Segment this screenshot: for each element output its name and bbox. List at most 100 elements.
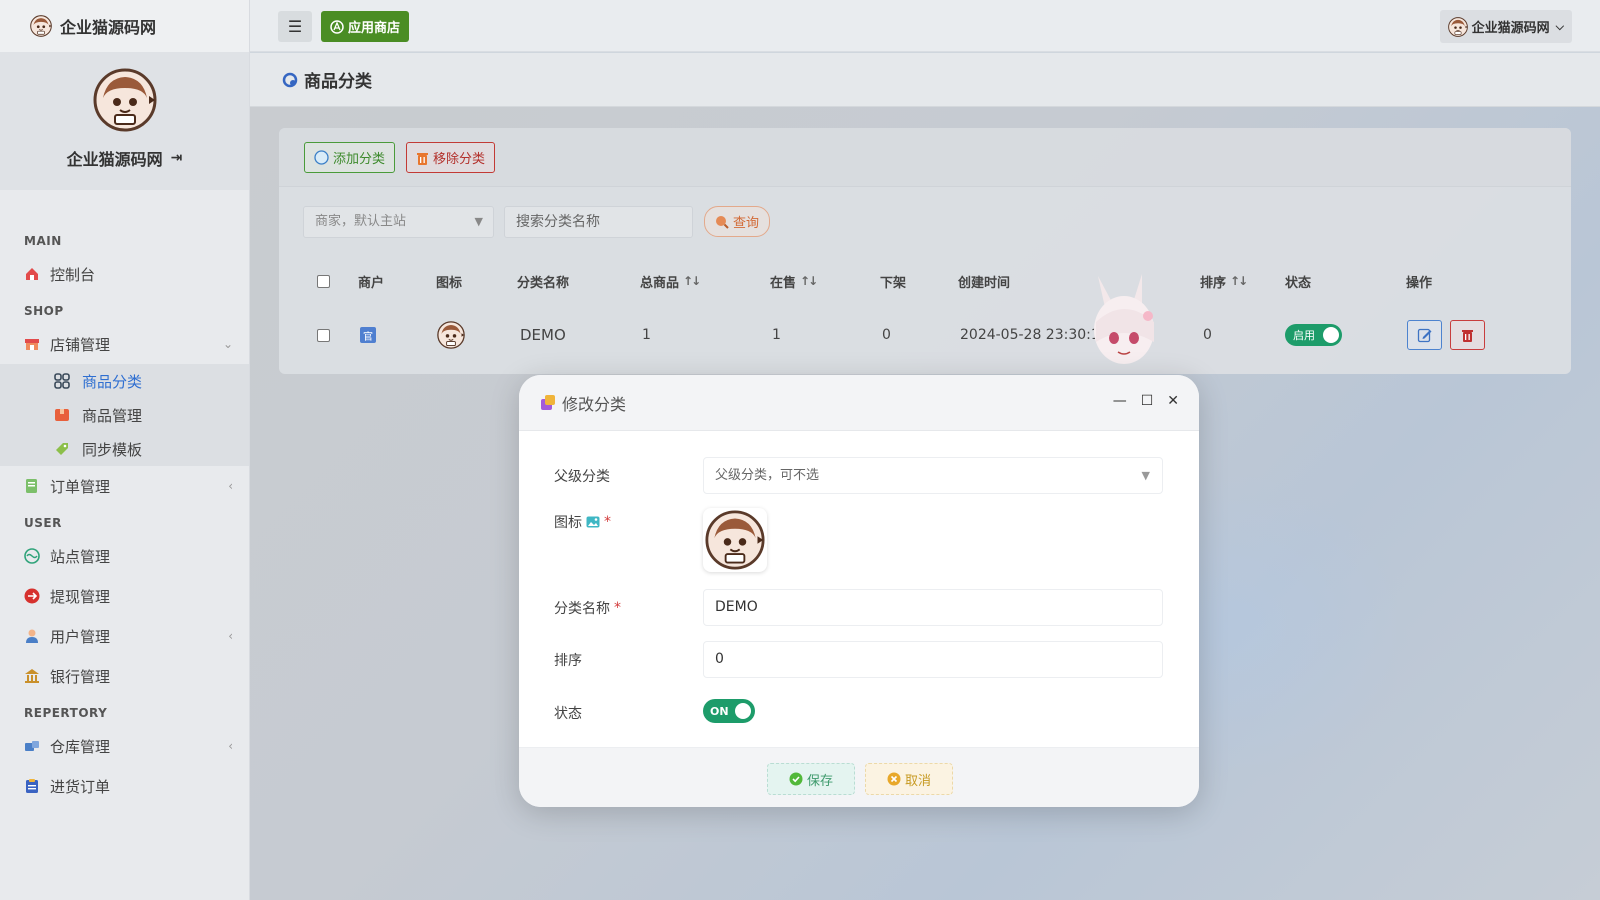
minimize-icon[interactable]: — (1113, 393, 1127, 409)
col-ops: 操作 (1406, 275, 1433, 291)
sidebar-item-withdraw[interactable]: 提现管理 (0, 576, 249, 616)
image-upload-icon[interactable] (586, 515, 600, 529)
mascot-girl-image (1094, 274, 1154, 364)
delete-button[interactable] (1450, 320, 1485, 350)
sidebar-item-category[interactable]: 商品分类 (0, 364, 249, 398)
add-category-button[interactable]: 添加分类 (304, 142, 396, 173)
col-off-shelf: 下架 (880, 275, 907, 291)
row-total: 1 (642, 327, 651, 343)
icon-field-label: 图标 (554, 515, 582, 531)
sort-icon[interactable]: ↑↓ (683, 274, 701, 288)
logout-icon[interactable]: ⇥ (171, 150, 183, 166)
sidebar-item-dashboard[interactable]: 控制台 (0, 254, 249, 294)
sidebar-item-user[interactable]: 用户管理 ‹ (0, 616, 249, 656)
search-icon (716, 215, 729, 229)
merchant-select[interactable]: 商家，默认主站 ▼ (303, 206, 494, 238)
chevron-down-icon: ⌵ (1555, 19, 1564, 33)
merchant-select-placeholder: 商家，默认主站 (315, 214, 407, 229)
modal-title-icon (541, 395, 555, 410)
search-input[interactable]: 搜索分类名称 (504, 206, 693, 238)
caret-down-icon: ▼ (1141, 469, 1150, 482)
tag-icon (56, 443, 68, 455)
col-on-sale[interactable]: 在售 ↑↓ (770, 261, 818, 301)
menu-toggle-button[interactable]: ☰ (278, 11, 312, 42)
sidebar-item-shop-manage[interactable]: 店铺管理 ⌄ (0, 324, 249, 364)
chevron-left-icon: ‹ (228, 739, 233, 753)
modal-footer: 保存 取消 (519, 747, 1199, 807)
col-name: 分类名称 (517, 275, 570, 291)
close-icon[interactable]: ✕ (1167, 393, 1179, 409)
sidebar-item-site[interactable]: 站点管理 (0, 536, 249, 576)
sidebar-item-order[interactable]: 订单管理 ‹ (0, 466, 249, 506)
row-checkbox[interactable] (317, 328, 330, 342)
sidebar-item-warehouse[interactable]: 仓库管理 ‹ (0, 726, 249, 766)
name-input[interactable]: DEMO (703, 589, 1163, 626)
sort-icon[interactable]: ↑↓ (800, 274, 818, 288)
select-all-checkbox[interactable] (317, 274, 330, 288)
sort-icon[interactable]: ↑↓ (1230, 274, 1248, 288)
col-total-label: 总商品 (640, 275, 680, 291)
user-icon (26, 629, 38, 643)
trash-icon (417, 152, 428, 165)
table-row: 官 DEMO 1 1 0 2024-05-28 23:30:1 0 启用 (279, 311, 1571, 359)
page-title: 商品分类 (304, 72, 372, 92)
col-total[interactable]: 总商品 ↑↓ (640, 261, 701, 301)
globe-icon (24, 548, 40, 564)
parent-category-label: 父级分类 (554, 469, 610, 485)
row-off-shelf: 0 (882, 327, 891, 343)
row-on-sale: 1 (772, 327, 781, 343)
modal-header[interactable]: 修改分类 — ☐ ✕ (519, 375, 1199, 431)
chevron-left-icon: ‹ (228, 629, 233, 643)
sidebar-item-label: 店铺管理 (50, 335, 111, 354)
edit-category-modal: 修改分类 — ☐ ✕ 父级分类 父级分类，可不选 ▼ 图标 * 分类名称 * D… (519, 375, 1199, 807)
sidebar-item-label: 商品管理 (82, 406, 143, 425)
remove-category-button[interactable]: 移除分类 (406, 142, 496, 173)
col-sort[interactable]: 排序 ↑↓ (1200, 261, 1248, 301)
row-sort: 0 (1203, 327, 1212, 343)
brand[interactable]: 企业猫源码网 (0, 0, 249, 52)
section-shop: SHOP (24, 304, 64, 318)
query-button[interactable]: 查询 (704, 206, 771, 237)
row-created: 2024-05-28 23:30:1 (960, 327, 1100, 343)
brand-name: 企业猫源码网 (60, 18, 157, 37)
modal-title: 修改分类 (562, 394, 627, 414)
sidebar-item-sync-template[interactable]: 同步模板 (0, 432, 249, 466)
sort-input[interactable]: 0 (703, 641, 1163, 678)
check-circle-icon (789, 772, 803, 786)
user-menu[interactable]: 企业猫源码网 ⌵ (1439, 10, 1572, 43)
profile-avatar[interactable] (93, 68, 157, 132)
sidebar-item-product[interactable]: 商品管理 (0, 398, 249, 432)
order-icon (26, 479, 37, 493)
category-icon-thumb (437, 321, 465, 349)
sidebar-item-purchase[interactable]: 进货订单 (0, 766, 249, 806)
sidebar-item-label: 同步模板 (82, 440, 143, 459)
sidebar-item-bank[interactable]: 银行管理 (0, 656, 249, 696)
row-name: DEMO (520, 326, 566, 344)
card-toolbar: 添加分类 移除分类 (279, 128, 1571, 187)
category-card: 添加分类 移除分类 商家，默认主站 ▼ 搜索分类名称 查询 商户 图标 分类名称… (279, 128, 1571, 374)
section-user: USER (24, 516, 62, 530)
cancel-button[interactable]: 取消 (865, 763, 953, 795)
maximize-icon[interactable]: ☐ (1141, 393, 1154, 409)
sidebar-item-label: 订单管理 (50, 477, 111, 496)
section-repertory: REPERTORY (24, 706, 108, 720)
col-merchant: 商户 (358, 275, 385, 291)
parent-category-select[interactable]: 父级分类，可不选 ▼ (703, 457, 1163, 494)
save-button[interactable]: 保存 (767, 763, 855, 795)
edit-button[interactable] (1407, 320, 1442, 350)
cancel-circle-icon (887, 772, 901, 786)
box-icon (55, 409, 69, 421)
hamburger-icon: ☰ (287, 17, 303, 36)
user-menu-label: 企业猫源码网 (1471, 21, 1550, 36)
search-placeholder: 搜索分类名称 (516, 214, 600, 230)
clipboard-icon (26, 779, 38, 793)
official-merchant-tag: 官 (360, 327, 376, 343)
top-bar: ☰ 应用商店 企业猫源码网 ⌵ (250, 0, 1600, 52)
status-switch[interactable]: ON (703, 699, 755, 723)
status-toggle[interactable]: 启用 (1285, 324, 1342, 346)
icon-preview[interactable] (703, 508, 767, 572)
profile-panel: 企业猫源码网 ⇥ (0, 52, 249, 190)
shop-icon (25, 339, 39, 350)
sidebar-item-label: 控制台 (50, 265, 96, 284)
app-store-button[interactable]: 应用商店 (321, 11, 410, 42)
